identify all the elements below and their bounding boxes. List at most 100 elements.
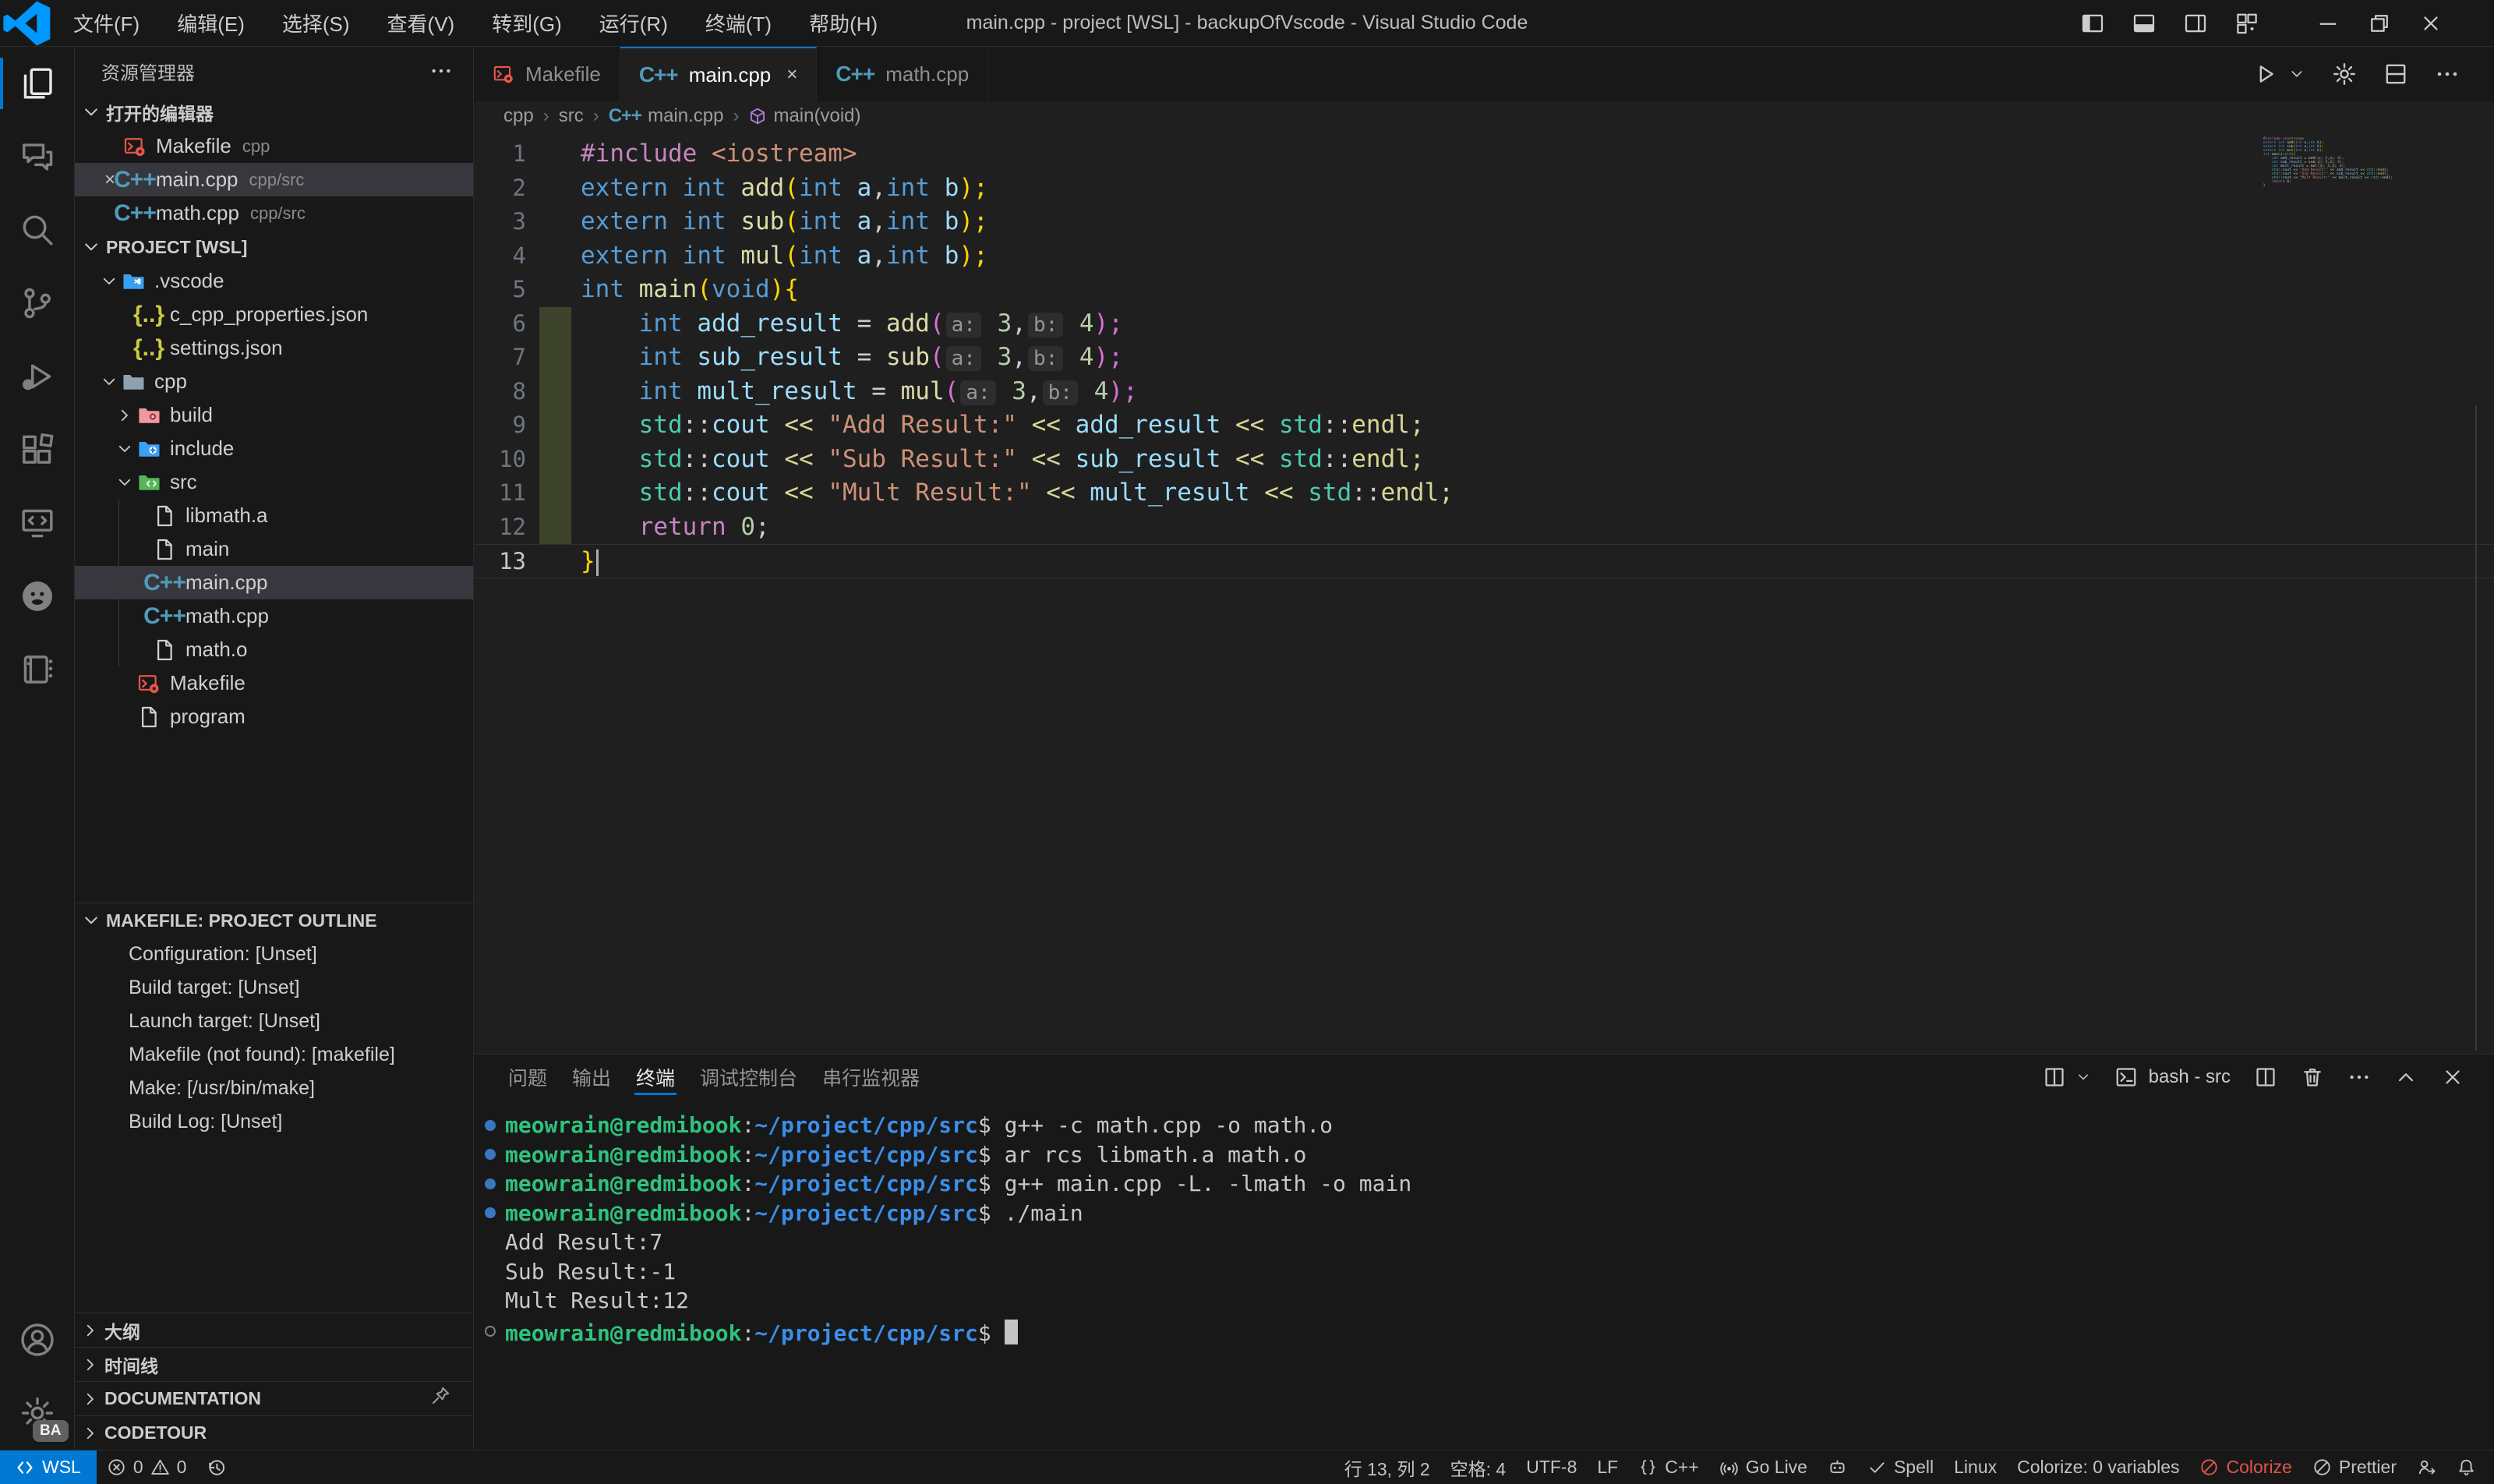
split-editor-button[interactable] — [2383, 62, 2408, 87]
menu-item[interactable]: 编辑(E) — [158, 0, 263, 47]
tree-item-settings.json[interactable]: {..}settings.json — [75, 331, 473, 365]
open-editor-item[interactable]: ×C++main.cppcpp/src — [75, 163, 473, 196]
terminal-line[interactable]: Mult Result:12 — [485, 1286, 2494, 1316]
launch-profile-dropdown-icon[interactable] — [2075, 1069, 2091, 1085]
activity-bar-item-source-control[interactable] — [0, 267, 75, 340]
split-terminal-button[interactable] — [2254, 1065, 2277, 1089]
panel-tab-调试控制台[interactable]: 调试控制台 — [687, 1055, 810, 1100]
panel-more-actions-button[interactable] — [2347, 1065, 2371, 1089]
panel-tab-终端[interactable]: 终端 — [624, 1055, 687, 1100]
code-line-8[interactable]: 8 int mult_result = mul(a: 3,b: 4); — [474, 375, 2494, 409]
customize-layout-icon[interactable] — [2235, 12, 2259, 35]
tree-item-makefile[interactable]: Makefile — [75, 666, 473, 700]
status-go-live[interactable]: Go Live — [1709, 1457, 1818, 1478]
makefile-outline-section-header[interactable]: MAKEFILE: PROJECT OUTLINE — [75, 903, 473, 938]
sidebar-section--[interactable]: 时间线 — [75, 1347, 473, 1381]
editor-scrollbar[interactable] — [2475, 405, 2477, 1051]
run-button[interactable] — [2252, 62, 2277, 87]
kill-terminal-button[interactable] — [2301, 1065, 2324, 1089]
outline-item[interactable]: Make: [/usr/bin/make] — [75, 1072, 473, 1105]
panel-tab-输出[interactable]: 输出 — [560, 1055, 624, 1100]
status-notifications[interactable] — [2446, 1458, 2486, 1477]
tree-item-program[interactable]: program — [75, 700, 473, 733]
open-editor-item[interactable]: Makefilecpp — [75, 129, 473, 163]
status-prettier[interactable]: Prettier — [2302, 1457, 2407, 1478]
menu-item[interactable]: 转到(G) — [473, 0, 581, 47]
status-spell[interactable]: Spell — [1857, 1457, 1944, 1478]
menu-item[interactable]: 帮助(H) — [790, 0, 896, 47]
remote-indicator[interactable]: WSL — [0, 1450, 97, 1484]
activity-bar-item-explorer[interactable] — [0, 47, 75, 120]
code-line-1[interactable]: 1#include <iostream> — [474, 137, 2494, 171]
tree-item-include[interactable]: include — [75, 432, 473, 465]
code-line-11[interactable]: 11 std::cout << "Mult Result:" << mult_r… — [474, 476, 2494, 511]
outline-item[interactable]: Launch target: [Unset] — [75, 1005, 473, 1038]
breadcrumb[interactable]: cpp›src›C++main.cpp›main(void) — [474, 101, 2494, 131]
activity-bar-item-extensions[interactable] — [0, 413, 75, 486]
status-colorize[interactable]: Colorize — [2189, 1457, 2301, 1478]
run-settings-button[interactable] — [2332, 62, 2357, 87]
status-language-mode[interactable]: C++ — [1628, 1457, 1708, 1478]
panel-tab-问题[interactable]: 问题 — [496, 1055, 560, 1100]
activity-bar-item-docs-notebook[interactable] — [0, 633, 75, 706]
code-editor[interactable]: 1#include <iostream>2extern int add(int … — [474, 131, 2494, 1054]
tree-item-c-cpp-properties.json[interactable]: {..}c_cpp_properties.json — [75, 298, 473, 331]
layout-sidebar-left-icon[interactable] — [2081, 12, 2104, 35]
panel-tab-串行监视器[interactable]: 串行监视器 — [810, 1055, 932, 1100]
terminal-tab-title[interactable]: bash - src — [2149, 1066, 2231, 1088]
more-actions-button[interactable] — [2435, 62, 2460, 87]
menu-item[interactable]: 运行(R) — [581, 0, 687, 47]
restore-icon[interactable] — [2368, 12, 2391, 35]
terminal-line[interactable]: Sub Result:-1 — [485, 1257, 2494, 1287]
project-section-header[interactable]: PROJECT [WSL] — [75, 230, 473, 264]
layout-sidebar-right-icon[interactable] — [2184, 12, 2207, 35]
breadcrumb-item[interactable]: src — [559, 105, 584, 127]
minimap[interactable]: #include <iostream>extern int add(int a,… — [2263, 137, 2393, 188]
tree-item-src[interactable]: src — [75, 465, 473, 499]
code-line-13[interactable]: 13} — [474, 544, 2494, 578]
status-colorize-variables[interactable]: Colorize: 0 variables — [2007, 1457, 2189, 1478]
breadcrumb-item[interactable]: main(void) — [748, 105, 860, 127]
code-line-5[interactable]: 5int main(void){ — [474, 273, 2494, 307]
open-editors-section-header[interactable]: 打开的编辑器 — [75, 95, 473, 129]
close-panel-button[interactable] — [2441, 1065, 2464, 1089]
close-icon[interactable]: × — [786, 64, 797, 86]
tree-item-.vscode[interactable]: .vscode — [75, 264, 473, 298]
code-line-10[interactable]: 10 std::cout << "Sub Result:" << sub_res… — [474, 443, 2494, 477]
outline-item[interactable]: Build Log: [Unset] — [75, 1105, 473, 1139]
code-line-3[interactable]: 3extern int sub(int a,int b); — [474, 205, 2494, 239]
editor-tab-makefile[interactable]: Makefile — [474, 47, 620, 101]
status-problems[interactable]: 00 — [97, 1450, 197, 1484]
code-line-4[interactable]: 4extern int mul(int a,int b); — [474, 239, 2494, 274]
terminal-line[interactable]: meowrain@redmibook:~/project/cpp/src$ g+… — [485, 1169, 2494, 1199]
outline-item[interactable]: Makefile (not found): [makefile] — [75, 1038, 473, 1072]
launch-profile-button[interactable] — [2043, 1065, 2066, 1089]
code-line-7[interactable]: 7 int sub_result = sub(a: 3,b: 4); — [474, 341, 2494, 375]
editor-tab-math.cpp[interactable]: C++math.cpp — [817, 47, 988, 101]
more-actions-icon[interactable] — [429, 59, 453, 83]
open-editor-item[interactable]: C++math.cppcpp/src — [75, 196, 473, 230]
menu-item[interactable]: 文件(F) — [55, 0, 158, 47]
tree-item-libmath.a[interactable]: libmath.a — [75, 499, 473, 532]
maximize-panel-button[interactable] — [2394, 1065, 2418, 1089]
menu-item[interactable]: 查看(V) — [369, 0, 474, 47]
activity-bar-item-run-and-debug[interactable] — [0, 340, 75, 413]
tree-item-main.cpp[interactable]: C++main.cpp — [75, 566, 473, 599]
terminal-line[interactable]: meowrain@redmibook:~/project/cpp/src$ ./… — [485, 1199, 2494, 1228]
run-dropdown-icon[interactable] — [2288, 65, 2305, 83]
terminal-line[interactable]: meowrain@redmibook:~/project/cpp/src$ g+… — [485, 1111, 2494, 1140]
code-line-2[interactable]: 2extern int add(int a,int b); — [474, 171, 2494, 206]
status-copilot[interactable] — [1818, 1458, 1857, 1477]
status-eol[interactable]: LF — [1587, 1457, 1628, 1478]
sidebar-section-documentation[interactable]: DOCUMENTATION — [75, 1381, 473, 1415]
code-line-6[interactable]: 6 int add_result = add(a: 3,b: 4); — [474, 307, 2494, 341]
tree-item-math.o[interactable]: math.o — [75, 633, 473, 666]
sidebar-section-codetour[interactable]: CODETOUR — [75, 1415, 473, 1450]
activity-bar-item-accounts[interactable] — [0, 1303, 75, 1376]
terminal-line[interactable]: meowrain@redmibook:~/project/cpp/src$ — [485, 1316, 2494, 1348]
menu-item[interactable]: 选择(S) — [263, 0, 369, 47]
code-line-9[interactable]: 9 std::cout << "Add Result:" << add_resu… — [474, 408, 2494, 443]
activity-bar-item-chat[interactable] — [0, 120, 75, 193]
terminal-line[interactable]: Add Result:7 — [485, 1228, 2494, 1257]
activity-bar-item-search[interactable] — [0, 193, 75, 267]
